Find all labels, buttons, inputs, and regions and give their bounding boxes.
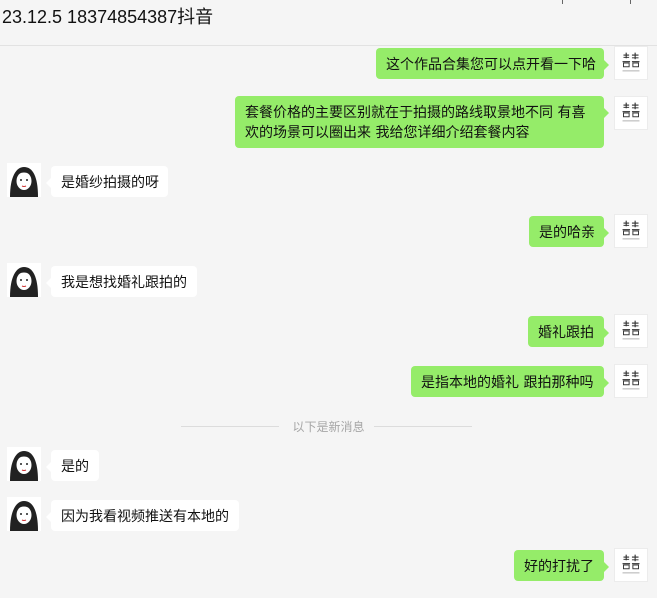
studio-logo-icon	[622, 220, 640, 240]
message-text: 是指本地的婚礼 跟拍那种吗	[421, 375, 594, 391]
self-avatar[interactable]	[614, 214, 648, 248]
message-bubble[interactable]: 是的	[46, 450, 99, 481]
studio-logo-icon	[622, 52, 640, 72]
message-bubble[interactable]: 是的哈亲	[529, 216, 609, 247]
message-bubble[interactable]: 套餐价格的主要区别就在于拍摄的路线取景地不同 有喜欢的场景可以圈出来 我给您详细…	[235, 96, 609, 148]
message-text: 好的打扰了	[524, 559, 594, 575]
contact-avatar[interactable]	[7, 263, 41, 297]
studio-logo-icon	[622, 102, 640, 122]
window-edge-mark	[562, 0, 563, 4]
divider-line-right	[374, 426, 472, 427]
message-bubble[interactable]: 是婚纱拍摄的呀	[46, 166, 168, 197]
self-avatar[interactable]	[614, 96, 648, 130]
chat-header: 23.12.5 18374854387抖音	[0, 0, 657, 46]
chat-title: 23.12.5 18374854387抖音	[2, 7, 214, 27]
message-bubble[interactable]: 是指本地的婚礼 跟拍那种吗	[411, 366, 609, 397]
self-avatar[interactable]	[614, 364, 648, 398]
studio-logo-icon	[622, 554, 640, 574]
studio-logo-icon	[622, 320, 640, 340]
new-messages-divider: 以下是新消息	[292, 420, 365, 434]
message-bubble[interactable]: 这个作品合集您可以点开看一下哈	[376, 48, 609, 79]
message-text: 是的哈亲	[539, 225, 595, 241]
message-text: 婚礼跟拍	[538, 325, 594, 341]
contact-avatar[interactable]	[7, 497, 41, 531]
message-text: 是婚纱拍摄的呀	[61, 175, 159, 191]
girl-portrait-icon	[7, 497, 41, 531]
studio-logo-icon	[622, 370, 640, 390]
contact-avatar[interactable]	[7, 163, 41, 197]
self-avatar[interactable]	[614, 46, 648, 80]
message-text: 是的	[61, 459, 89, 475]
girl-portrait-icon	[7, 263, 41, 297]
contact-avatar[interactable]	[7, 447, 41, 481]
message-text: 套餐价格的主要区别就在于拍摄的路线取景地不同 有喜欢的场景可以圈出来 我给您详细…	[245, 105, 586, 141]
message-text: 我是想找婚礼跟拍的	[61, 275, 187, 291]
girl-portrait-icon	[7, 163, 41, 197]
message-text: 这个作品合集您可以点开看一下哈	[386, 57, 596, 73]
window-edge-mark	[630, 0, 631, 4]
self-avatar[interactable]	[614, 314, 648, 348]
message-text: 因为我看视频推送有本地的	[61, 509, 229, 525]
message-bubble[interactable]: 因为我看视频推送有本地的	[46, 500, 239, 531]
self-avatar[interactable]	[614, 548, 648, 582]
message-bubble[interactable]: 婚礼跟拍	[528, 316, 609, 347]
message-bubble[interactable]: 我是想找婚礼跟拍的	[46, 266, 197, 297]
message-bubble[interactable]: 好的打扰了	[514, 550, 609, 581]
girl-portrait-icon	[7, 447, 41, 481]
